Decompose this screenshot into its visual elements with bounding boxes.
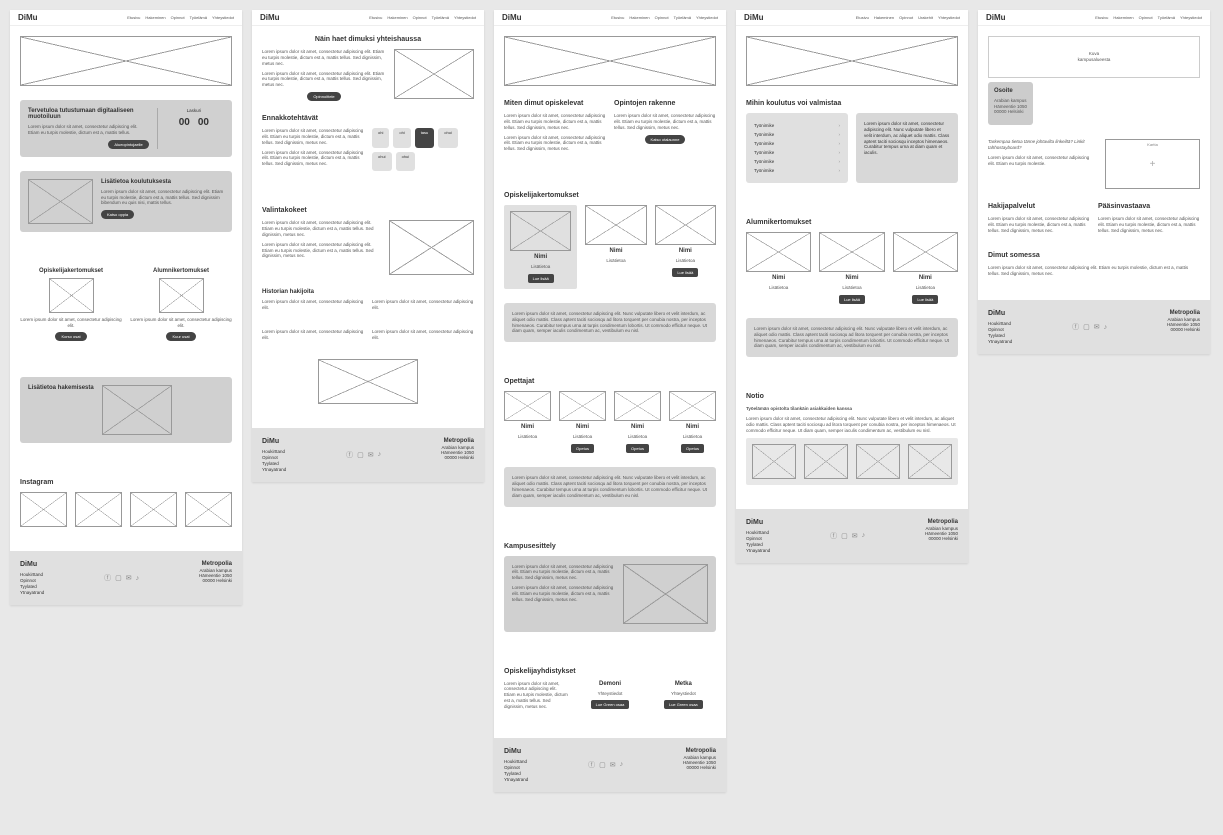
student-cards: NimiLisätietoaLue lisää NimiLisätietoa N… bbox=[504, 205, 716, 289]
more-info-box: Lisätietoa koulutuksesta Lorem ipsum dol… bbox=[20, 171, 232, 232]
tiktok-icon[interactable]: ♪ bbox=[136, 575, 140, 582]
alumni-stories: Alumnikertomukset Lorem ipsum dolor sit … bbox=[130, 268, 232, 342]
more-title: Lisätietoa koulutuksesta bbox=[101, 179, 224, 185]
teacher-cards: NimiLisätietoa NimiLisätietoaOpetus Nimi… bbox=[504, 391, 716, 453]
countdown-1: 00 bbox=[179, 117, 190, 128]
address-box: Osoite Arabian kampus Hämeentie 1050 000… bbox=[988, 82, 1033, 126]
apply-info-box: Lisätietoa hakemisesta bbox=[20, 377, 232, 443]
nav-link[interactable]: Opinnot bbox=[171, 15, 185, 20]
exam-heading: Valintakokeet bbox=[262, 207, 474, 214]
quote: Lorem ipsum dolor sit amet, consectetur … bbox=[504, 303, 716, 342]
facebook-icon[interactable]: ⓕ bbox=[104, 573, 111, 583]
more-image bbox=[28, 179, 93, 224]
apply-heading: Näin haet dimuksi yhteishaussa bbox=[262, 36, 474, 43]
history-heading: Historian hakijoita bbox=[262, 289, 474, 295]
countdown-2: 00 bbox=[198, 117, 209, 128]
hero-image bbox=[20, 36, 232, 86]
map[interactable]: Kartta bbox=[1105, 139, 1200, 189]
alumni-btn[interactable]: Kuur usat bbox=[166, 332, 195, 341]
page-apply: DiMu EtusivuHakeminenOpinnotTyöelämäYhte… bbox=[252, 10, 484, 482]
welcome-title: Tervetuloa tutustumaan digitaaliseen muo… bbox=[28, 108, 149, 120]
wave-divider bbox=[10, 355, 242, 369]
nav-link[interactable]: Hakeminen bbox=[145, 15, 165, 20]
student-stories: Opiskelijakertomukset Lorem ipsum dolor … bbox=[20, 268, 122, 342]
wave-divider bbox=[10, 457, 242, 471]
page-home: DiMu Etusivu Hakeminen Opinnot Työelämä … bbox=[10, 10, 242, 605]
instagram-title: Instagram bbox=[20, 479, 232, 486]
welcome-body: Lorem ipsum dolor sit amet, consectetur … bbox=[28, 124, 149, 136]
job-callout: Lorem ipsum dolor sit amet, consectetur … bbox=[856, 113, 958, 183]
page-career: DiMu EtusivuHakeminenOpinnotUrakehitYhte… bbox=[736, 10, 968, 563]
student-btn[interactable]: Korso osat bbox=[55, 332, 86, 341]
pretask-heading: Ennakkotehtävät bbox=[262, 115, 474, 122]
header: DiMu Etusivu Hakeminen Opinnot Työelämä … bbox=[10, 10, 242, 26]
welcome-box: Tervetuloa tutustumaan digitaaliseen muo… bbox=[20, 100, 232, 157]
social-icons: ⓕ ▢ ✉ ♪ bbox=[104, 561, 139, 595]
page-studies: DiMu EtusivuHakeminenOpinnotTyöelämäYhte… bbox=[494, 10, 726, 792]
apply-link-btn[interactable]: Opinnoittele bbox=[307, 92, 340, 101]
structure-btn[interactable]: Katso otalaunne bbox=[645, 135, 686, 144]
nav-link[interactable]: Työelämä bbox=[190, 15, 207, 20]
campus-box: Lorem ipsum dolor sit amet, consectetur … bbox=[504, 556, 716, 632]
nav: Etusivu Hakeminen Opinnot Työelämä Yhtey… bbox=[127, 15, 234, 20]
footer: DiMu Houkirttand Opinnot Tyylated Ytnaya… bbox=[10, 551, 242, 605]
instagram-grid bbox=[20, 492, 232, 527]
logo[interactable]: DiMu bbox=[18, 13, 38, 22]
nav-link[interactable]: Etusivu bbox=[127, 15, 140, 20]
job-list: Työnimike Työnimike Työnimike Työnimike … bbox=[746, 113, 848, 183]
instagram-icon[interactable]: ▢ bbox=[115, 574, 122, 582]
page-contact: DiMu EtusivuHakeminenOpinnotTyöelämäYhte… bbox=[978, 10, 1210, 354]
wave-divider bbox=[10, 246, 242, 260]
pretask-tags: ohi ohi tasu ohui ohui ohui bbox=[372, 128, 474, 171]
nav-link[interactable]: Yhteystiedot bbox=[212, 15, 234, 20]
more-body: Lorem ipsum dolor sit amet, consectetur … bbox=[101, 189, 224, 207]
wireframe-canvas: DiMu Etusivu Hakeminen Opinnot Työelämä … bbox=[10, 10, 1213, 792]
countdown-label: Laskuri bbox=[164, 108, 224, 113]
more-btn[interactable]: Katso oppia bbox=[101, 210, 134, 219]
mail-icon[interactable]: ✉ bbox=[126, 574, 132, 582]
welcome-btn[interactable]: Alueopintojaelle bbox=[108, 140, 148, 149]
